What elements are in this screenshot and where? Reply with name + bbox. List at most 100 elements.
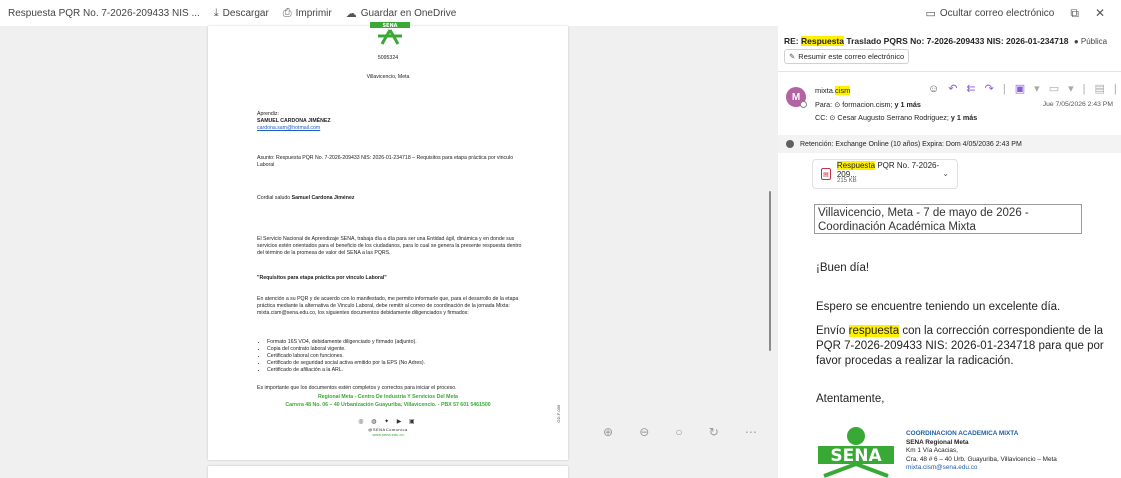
cc-label: CC: bbox=[815, 113, 830, 122]
presence-icon bbox=[800, 101, 807, 108]
footer-line-1: Regional Meta - Centro De Industria Y Se… bbox=[318, 394, 458, 400]
divider-icon-2: | bbox=[1082, 82, 1086, 95]
sena-logo-icon: SENA bbox=[818, 427, 894, 478]
more-icon[interactable]: ⋯ bbox=[745, 425, 757, 439]
greeting-prefix: Cordial saludo bbox=[257, 195, 292, 201]
sig-regional: SENA Regional Meta bbox=[906, 438, 969, 446]
zoom-out-icon[interactable]: ⊖ bbox=[639, 425, 649, 439]
chevron-down-icon[interactable]: ⌄ bbox=[942, 169, 949, 178]
line2-highlight: respuesta bbox=[848, 325, 900, 337]
list-item: Certificado de seguridad social activa e… bbox=[267, 360, 527, 367]
summarize-button[interactable]: ✎ Resumir este correo electrónico bbox=[784, 49, 910, 64]
greeting-name: Samuel Cardona Jiménez bbox=[291, 195, 355, 201]
panel-icon: ▭ bbox=[925, 7, 936, 20]
document-page: SENA 5095324 Villavicencio, Meta Aprendi… bbox=[208, 22, 568, 460]
document-greeting: Cordial saludo Samuel Cardona Jiménez bbox=[257, 195, 527, 202]
retention-icon bbox=[786, 140, 794, 148]
signature-text: COORDINACION ACADEMICA MIXTA SENA Region… bbox=[906, 430, 1057, 473]
body-greeting: ¡Buen día! bbox=[816, 262, 870, 274]
email-date: Jue 7/05/2026 2:43 PM bbox=[1042, 101, 1113, 108]
message-actions: ☺ ↶ ⇇ ↷ | ▣ ▾ ▭ ▾ | ▤ | ⋯ bbox=[928, 82, 1121, 96]
cc-line: CC: ⊙ Cesar Augusto Serrano Rodriguez; y… bbox=[815, 113, 978, 122]
signature: SENA COORDINACION ACADEMICA MIXTA SENA R… bbox=[814, 424, 1114, 478]
attachment-highlight: Respuesta bbox=[836, 161, 876, 170]
reply-all-icon[interactable]: ⇇ bbox=[966, 82, 975, 95]
attachment-name: Respuesta PQR No. 7-2026-209... bbox=[836, 161, 957, 179]
document-heading: "Requisitos para etapa práctica por vinc… bbox=[257, 275, 387, 281]
body-line-1: Espero se encuentre teniendo un excelent… bbox=[816, 301, 1061, 313]
rotate-icon[interactable]: ↻ bbox=[709, 425, 719, 439]
to-value[interactable]: formacion.cism; bbox=[842, 100, 892, 109]
save-onedrive-button[interactable]: ☁ Guardar en OneDrive bbox=[346, 7, 457, 20]
search-icon[interactable]: ○ bbox=[675, 425, 682, 439]
attachment-card[interactable]: ▤ Respuesta PQR No. 7-2026-209... 215 KB… bbox=[812, 159, 958, 189]
cc-value[interactable]: Cesar Augusto Serrano Rodriguez; bbox=[837, 113, 948, 122]
recipient-label: Aprendiz: bbox=[257, 111, 279, 117]
hide-email-label: Ocultar correo electrónico bbox=[939, 7, 1055, 19]
emoji-icon[interactable]: ☺ bbox=[928, 83, 939, 95]
reply-icon[interactable]: ↶ bbox=[948, 82, 957, 95]
visibility-label: Pública bbox=[1080, 37, 1108, 46]
preview-scrollbar[interactable] bbox=[769, 191, 771, 351]
sig-email[interactable]: mixta.cism@sena.edu.co bbox=[906, 464, 1057, 473]
dropdown-icon[interactable]: ▾ bbox=[1034, 82, 1040, 95]
document-closing: Es importante que los documentos estén c… bbox=[257, 385, 457, 391]
list-item: Certificado laboral con funciones. bbox=[267, 353, 527, 360]
list-item: Formato 16S VO4, debidamente diligenciad… bbox=[267, 339, 527, 346]
download-label: Descargar bbox=[222, 7, 269, 19]
document-paragraph-1: El Servicio Nacional de Aprendizaje SENA… bbox=[257, 236, 522, 257]
divider bbox=[778, 71, 1121, 72]
svg-text:SENA: SENA bbox=[382, 23, 397, 29]
body-header-box: Villavicencio, Meta - 7 de mayo de 2026 … bbox=[814, 204, 1082, 234]
sender-prefix: mixta. bbox=[815, 86, 836, 95]
social-web: www.sena.edu.co bbox=[372, 432, 404, 437]
recipient-name: SAMUEL CARDONA JIMÉNEZ bbox=[257, 118, 331, 125]
summarize-label: Resumir este correo electrónico bbox=[798, 52, 905, 61]
apps-icon[interactable]: ▣ bbox=[1015, 82, 1025, 95]
to-line: Para: ⊙ formacion.cism; y 1 más bbox=[815, 100, 921, 109]
sig-address-1: Km 1 Vía Acacias, bbox=[906, 447, 958, 455]
dropdown-icon-2[interactable]: ▾ bbox=[1068, 82, 1074, 95]
divider-icon: | bbox=[1002, 82, 1006, 95]
summarize-icon: ✎ bbox=[789, 52, 796, 61]
retention-text: Retención: Exchange Online (10 años) Exp… bbox=[800, 140, 1022, 148]
sender-name[interactable]: mixta.cism bbox=[815, 86, 851, 95]
forward-icon[interactable]: ↷ bbox=[985, 82, 994, 95]
body-line-2: Envío respuesta con la corrección corres… bbox=[816, 324, 1106, 369]
popout-icon[interactable]: ⧉ bbox=[1070, 6, 1079, 21]
to-label: Para: bbox=[815, 100, 835, 109]
side-code: GD-F-009 bbox=[556, 404, 562, 423]
zoom-in-icon[interactable]: ⊕ bbox=[603, 425, 613, 439]
zoom-toolbar: ⊕ ⊖ ○ ↻ ⋯ bbox=[590, 419, 770, 445]
close-icon[interactable]: ✕ bbox=[1095, 6, 1105, 20]
download-button[interactable]: ⤓ Descargar bbox=[214, 7, 269, 20]
document-subject: Asunto: Respuesta PQR No. 7-2026-209433 … bbox=[257, 155, 514, 169]
subject-highlight: Respuesta bbox=[801, 36, 844, 46]
print-button[interactable]: ⎙ Imprimir bbox=[283, 7, 332, 20]
pdf-icon: ▤ bbox=[821, 168, 831, 180]
visibility-badge: ● Pública bbox=[1073, 37, 1108, 46]
top-toolbar: Respuesta PQR No. 7-2026-209433 NIS ... … bbox=[0, 0, 1121, 26]
sig-address-2: Cra. 48 # 6 – 40 Urb. Guayuriba, Villavi… bbox=[906, 455, 1057, 463]
cc-more[interactable]: y 1 más bbox=[951, 113, 977, 122]
file-name: Respuesta PQR No. 7-2026-209433 NIS ... bbox=[8, 7, 200, 19]
retention-bar: Retención: Exchange Online (10 años) Exp… bbox=[778, 135, 1121, 153]
social-icons: ◎ ◍ ✦ ▶ ▣ bbox=[358, 419, 418, 425]
view-icon[interactable]: ▭ bbox=[1049, 82, 1059, 95]
reading-pane: RE: Respuesta Traslado PQRS No: 7-2026-2… bbox=[778, 26, 1121, 478]
document-city: Villavicencio, Meta bbox=[366, 74, 410, 80]
grid-icon[interactable]: ▤ bbox=[1094, 82, 1104, 95]
save-onedrive-label: Guardar en OneDrive bbox=[360, 7, 457, 19]
download-icon: ⤓ bbox=[213, 6, 219, 19]
hide-email-button[interactable]: ▭ Ocultar correo electrónico bbox=[925, 7, 1054, 20]
requirements-list: Formato 16S VO4, debidamente diligenciad… bbox=[257, 339, 527, 374]
recipient-email[interactable]: cardona.sam@hotmail.com bbox=[257, 125, 527, 132]
document-preview: SENA 5095324 Villavicencio, Meta Aprendi… bbox=[0, 22, 778, 478]
line2-pre: Envío bbox=[816, 325, 849, 337]
sender-highlight: cism bbox=[835, 86, 851, 95]
email-subject: RE: Respuesta Traslado PQRS No: 7-2026-2… bbox=[784, 36, 1107, 46]
divider-icon-3: | bbox=[1113, 82, 1117, 95]
recipient-block: Aprendiz: SAMUEL CARDONA JIMÉNEZ cardona… bbox=[257, 111, 527, 132]
document-code: 5095324 bbox=[377, 55, 399, 61]
to-more[interactable]: y 1 más bbox=[895, 100, 921, 109]
